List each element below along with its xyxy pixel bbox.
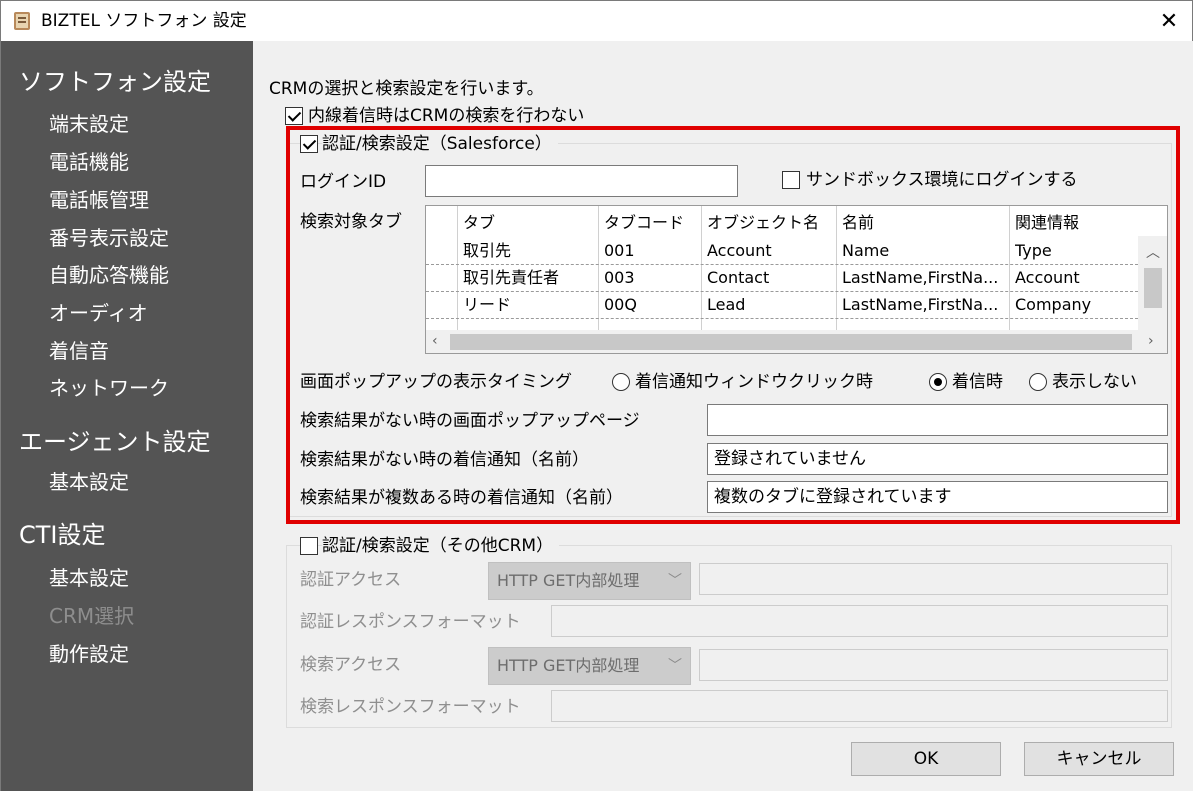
vertical-scroll-thumb[interactable] [1144, 268, 1162, 308]
auth-access-method-value: HTTP GET内部処理 [497, 571, 640, 590]
sidebar-item-network[interactable]: ネットワーク [49, 375, 169, 401]
cancel-button[interactable]: キャンセル [1024, 742, 1174, 776]
search-access-label: 検索アクセス [300, 655, 402, 675]
salesforce-checkbox[interactable] [300, 135, 318, 153]
close-button[interactable]: ✕ [1146, 1, 1192, 41]
grid-cell[interactable]: Type [1015, 240, 1052, 262]
sidebar-item-phone-features[interactable]: 電話機能 [49, 149, 129, 175]
popup-option-ring-radio[interactable] [929, 373, 947, 391]
grid-cell[interactable]: Account [1015, 267, 1080, 289]
other-crm-group-label[interactable]: 認証/検索設定（その他CRM） [322, 535, 560, 557]
grid-cell[interactable]: リード [463, 294, 511, 316]
horizontal-scroll-thumb[interactable] [450, 334, 1132, 350]
grid-cell[interactable]: Lead [707, 294, 745, 316]
sidebar-item-auto-answer[interactable]: 自動応答機能 [49, 262, 169, 288]
no-result-notice-input[interactable]: 登録されていません [707, 443, 1168, 475]
ok-button[interactable]: OK [851, 742, 1001, 776]
close-icon[interactable]: ✕ [1160, 9, 1178, 34]
popup-timing-label: 画面ポップアップの表示タイミング [300, 372, 572, 392]
search-access-method-value: HTTP GET内部処理 [497, 656, 640, 675]
content-pane: CRMの選択と検索設定を行います。 内線着信時はCRMの検索を行わない 認証/検… [253, 41, 1193, 791]
auth-response-input[interactable] [551, 605, 1168, 637]
no-result-page-label: 検索結果がない時の画面ポップアップページ [300, 411, 640, 431]
grid-cell[interactable]: 003 [604, 267, 635, 289]
window-title: BIZTEL ソフトフォン 設定 [41, 11, 247, 31]
multi-result-notice-input[interactable]: 複数のタブに登録されています [707, 481, 1168, 513]
grid-cell[interactable]: Name [842, 240, 889, 262]
search-tab-grid[interactable]: タブ タブコード オブジェクト名 名前 関連情報 取引先 001 Account… [425, 205, 1168, 354]
search-access-method-select[interactable]: HTTP GET内部処理 ﹀ [488, 647, 691, 685]
phone-book-icon [14, 12, 30, 30]
grid-cell[interactable]: LastName,FirstNa... [842, 267, 1002, 289]
auth-access-url-input[interactable] [699, 563, 1168, 595]
search-tab-label: 検索対象タブ [300, 212, 402, 232]
auth-response-label: 認証レスポンスフォーマット [300, 612, 521, 632]
title-bar: BIZTEL ソフトフォン 設定 ✕ [1, 1, 1192, 41]
grid-cell[interactable]: Company [1015, 294, 1091, 316]
grid-cell[interactable]: 001 [604, 240, 635, 262]
popup-option-none-radio[interactable] [1029, 373, 1047, 391]
sidebar-item-agent-basic[interactable]: 基本設定 [49, 469, 129, 495]
column-header-tab[interactable]: タブ [463, 212, 495, 234]
chevron-up-icon[interactable]: ︿ [1146, 246, 1160, 260]
grid-cell[interactable]: 取引先責任者 [463, 267, 559, 289]
grid-cell[interactable]: 取引先 [463, 240, 511, 262]
grid-vertical-scrollbar[interactable]: ︿ [1138, 236, 1167, 330]
grid-cell[interactable]: Contact [707, 267, 769, 289]
chevron-right-icon[interactable]: › [1148, 334, 1154, 348]
sidebar-item-audio[interactable]: オーディオ [49, 300, 148, 326]
grid-horizontal-scrollbar[interactable]: ‹ › [426, 330, 1167, 353]
sidebar-item-behavior[interactable]: 動作設定 [49, 641, 129, 667]
sidebar-item-phonebook[interactable]: 電話帳管理 [49, 187, 149, 213]
popup-option-ring-label[interactable]: 着信時 [952, 371, 1003, 393]
auth-access-label: 認証アクセス [300, 570, 402, 590]
search-response-label: 検索レスポンスフォーマット [300, 697, 521, 717]
skip-internal-label[interactable]: 内線着信時はCRMの検索を行わない [308, 105, 584, 127]
page-description: CRMの選択と検索設定を行います。 [269, 79, 544, 99]
settings-window: BIZTEL ソフトフォン 設定 ✕ ソフトフォン設定 端末設定 電話機能 電話… [0, 0, 1193, 791]
sidebar-group-cti[interactable]: CTI設定 [19, 520, 106, 550]
no-result-notice-label: 検索結果がない時の着信通知（名前） [300, 450, 589, 470]
search-access-url-input[interactable] [699, 649, 1168, 681]
popup-option-click-radio[interactable] [612, 373, 630, 391]
skip-internal-checkbox[interactable] [285, 107, 303, 125]
sandbox-label[interactable]: サンドボックス環境にログインする [806, 169, 1078, 191]
chevron-down-icon: ﹀ [668, 658, 682, 674]
grid-cell[interactable]: 00Q [604, 294, 637, 316]
sidebar-item-crm-select[interactable]: CRM選択 [49, 603, 134, 629]
search-response-input[interactable] [551, 690, 1168, 722]
chevron-down-icon: ﹀ [668, 573, 682, 589]
sidebar-item-ringtone[interactable]: 着信音 [49, 338, 109, 364]
grid-cell[interactable]: Account [707, 240, 772, 262]
auth-access-method-select[interactable]: HTTP GET内部処理 ﹀ [488, 562, 691, 600]
sidebar-group-agent[interactable]: エージェント設定 [19, 427, 211, 457]
chevron-left-icon[interactable]: ‹ [432, 334, 438, 348]
sidebar-item-number-display[interactable]: 番号表示設定 [49, 225, 169, 251]
login-id-label: ログインID [300, 172, 387, 192]
sidebar-group-softphone[interactable]: ソフトフォン設定 [19, 67, 211, 97]
popup-option-click-label[interactable]: 着信通知ウィンドウクリック時 [635, 371, 873, 393]
no-result-page-input[interactable] [707, 404, 1168, 436]
grid-cell[interactable]: LastName,FirstNa... [842, 294, 1002, 316]
sidebar-item-cti-basic[interactable]: 基本設定 [49, 565, 129, 591]
salesforce-group-label[interactable]: 認証/検索設定（Salesforce） [322, 133, 558, 155]
column-header-related[interactable]: 関連情報 [1015, 212, 1079, 234]
column-header-tab-code[interactable]: タブコード [604, 212, 684, 234]
multi-result-notice-label: 検索結果が複数ある時の着信通知（名前） [300, 488, 623, 508]
other-crm-checkbox[interactable] [300, 537, 318, 555]
popup-option-none-label[interactable]: 表示しない [1052, 371, 1137, 393]
sandbox-checkbox[interactable] [782, 171, 800, 189]
column-header-name[interactable]: 名前 [842, 212, 874, 234]
sidebar-item-device[interactable]: 端末設定 [49, 111, 129, 137]
sidebar: ソフトフォン設定 端末設定 電話機能 電話帳管理 番号表示設定 自動応答機能 オ… [1, 41, 253, 791]
login-id-input[interactable] [425, 165, 738, 197]
column-header-object-name[interactable]: オブジェクト名 [707, 212, 819, 234]
